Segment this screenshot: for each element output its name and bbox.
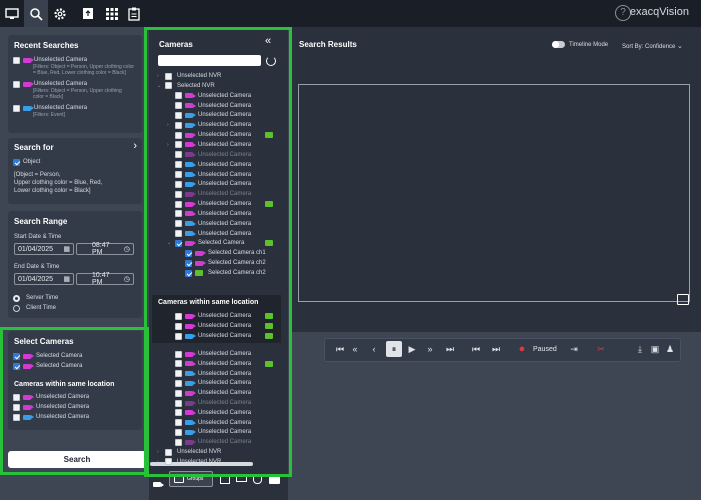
export-icon — [83, 8, 93, 19]
start-date-input[interactable]: 01/04/2025 ▦ — [14, 243, 74, 255]
start-label: Start Date & Time — [14, 234, 62, 240]
search-range-title: Search Range — [14, 217, 68, 226]
end-date-input[interactable]: 01/04/2025 ▦ — [14, 273, 74, 285]
timeline-mode-toggle[interactable] — [552, 41, 565, 48]
recent-search-item[interactable]: Unselected Camera [Filters: Object = Pers… — [13, 80, 139, 100]
fast-forward-icon[interactable]: » — [424, 342, 436, 356]
fullscreen-icon[interactable] — [677, 294, 689, 305]
checkbox[interactable] — [13, 80, 20, 88]
search-tab-button[interactable] — [24, 0, 48, 27]
results-area — [298, 84, 690, 302]
recent-search-item[interactable]: Unselected Camera [Filters: Event] — [13, 104, 139, 118]
search-results-title: Search Results — [299, 40, 357, 49]
clock-icon[interactable]: ◷ — [124, 275, 130, 283]
clock-icon[interactable]: ◷ — [124, 245, 130, 253]
rewind-icon[interactable]: « — [349, 342, 361, 356]
grid-icon — [106, 7, 118, 20]
chevron-right-icon[interactable]: › — [133, 140, 137, 152]
end-label: End Date & Time — [14, 264, 60, 270]
step-back-icon[interactable]: ‹ — [368, 342, 380, 356]
search-for-panel[interactable]: Search for › Object [Object = Person, Up… — [8, 138, 142, 204]
live-view-button[interactable] — [0, 0, 24, 27]
recent-searches-panel: Recent Searches Unselected Camera [Filter… — [8, 35, 142, 133]
record-indicator-icon[interactable]: ● — [516, 342, 528, 356]
play-icon[interactable]: ▶ — [406, 342, 418, 356]
recent-search-filters: [Filters: Event] — [33, 112, 65, 118]
recent-search-name: Unselected Camera — [34, 105, 88, 111]
top-bar: ? exacqVision — [0, 0, 701, 27]
recent-search-item[interactable]: Unselected Camera [Filters: Object = Pers… — [13, 56, 139, 76]
skip-start-icon[interactable]: ⏮ — [334, 342, 346, 356]
settings-button[interactable] — [48, 0, 72, 27]
go-live-icon[interactable]: ⇥ — [568, 342, 580, 356]
start-time-input[interactable]: 08:47 PM ◷ — [76, 242, 134, 256]
object-option[interactable]: Object — [13, 157, 40, 167]
brand-logo: exacqVision — [629, 6, 689, 18]
highlight-box — [144, 27, 292, 477]
highlight-box — [0, 327, 149, 475]
calendar-icon[interactable]: ▦ — [63, 245, 70, 253]
export-button[interactable] — [76, 0, 100, 27]
recent-search-name: Unselected Camera — [34, 81, 88, 87]
pause-button[interactable]: ⏸ — [386, 341, 402, 357]
save-icon[interactable]: ▣ — [649, 342, 661, 356]
camera-icon — [23, 81, 34, 87]
clipboard-icon — [128, 7, 140, 21]
camera-icon — [153, 482, 164, 488]
recent-search-filters: color = Black] — [33, 94, 64, 100]
camera-view-button[interactable] — [153, 476, 165, 488]
search-for-title: Search for — [14, 143, 54, 152]
object-checkbox[interactable] — [13, 158, 20, 166]
sort-dropdown[interactable]: Sort By: Confidence ⌄ — [622, 42, 683, 50]
client-time-radio[interactable]: Client Time — [13, 303, 56, 313]
radio-selected[interactable] — [13, 294, 20, 302]
settings-icon — [54, 7, 66, 20]
search-results-panel: Search Results Timeline Mode Sort By: Co… — [292, 27, 701, 332]
recent-search-filters: = Blue, Red, Lower clothing color = Blac… — [33, 70, 126, 76]
clip-icon[interactable]: ✂ — [595, 342, 607, 356]
status-label: Paused — [533, 346, 557, 353]
next-event-icon[interactable]: ⏭ — [490, 342, 502, 356]
calendar-icon[interactable]: ▦ — [63, 275, 70, 283]
user-icon[interactable]: ♟ — [664, 342, 676, 356]
recent-searches-title: Recent Searches — [14, 41, 79, 50]
grid-view-button[interactable] — [100, 0, 124, 27]
camera-icon — [23, 57, 34, 63]
search-range-panel: Search Range Start Date & Time 01/04/202… — [8, 211, 142, 318]
search-icon — [30, 7, 43, 21]
end-time-input[interactable]: 10:47 PM ◷ — [76, 272, 134, 286]
checkbox[interactable] — [13, 104, 20, 112]
monitor-icon — [5, 7, 19, 19]
download-icon[interactable]: ⤓ — [634, 342, 646, 356]
camera-icon — [23, 105, 34, 111]
server-time-radio[interactable]: Server Time — [13, 293, 58, 303]
checkbox[interactable] — [13, 56, 20, 64]
previous-event-icon[interactable]: ⏮ — [470, 342, 482, 356]
help-button[interactable]: ? — [615, 5, 631, 21]
skip-end-icon[interactable]: ⏭ — [444, 342, 456, 356]
search-criteria-summary: [Object = Person, Upper clothing color =… — [14, 172, 103, 194]
radio-unselected[interactable] — [13, 304, 20, 312]
chevron-down-icon: ⌄ — [677, 43, 683, 50]
recent-search-name: Unselected Camera — [34, 57, 88, 63]
reports-button[interactable] — [122, 0, 146, 27]
timeline-mode-label: Timeline Mode — [569, 42, 609, 48]
